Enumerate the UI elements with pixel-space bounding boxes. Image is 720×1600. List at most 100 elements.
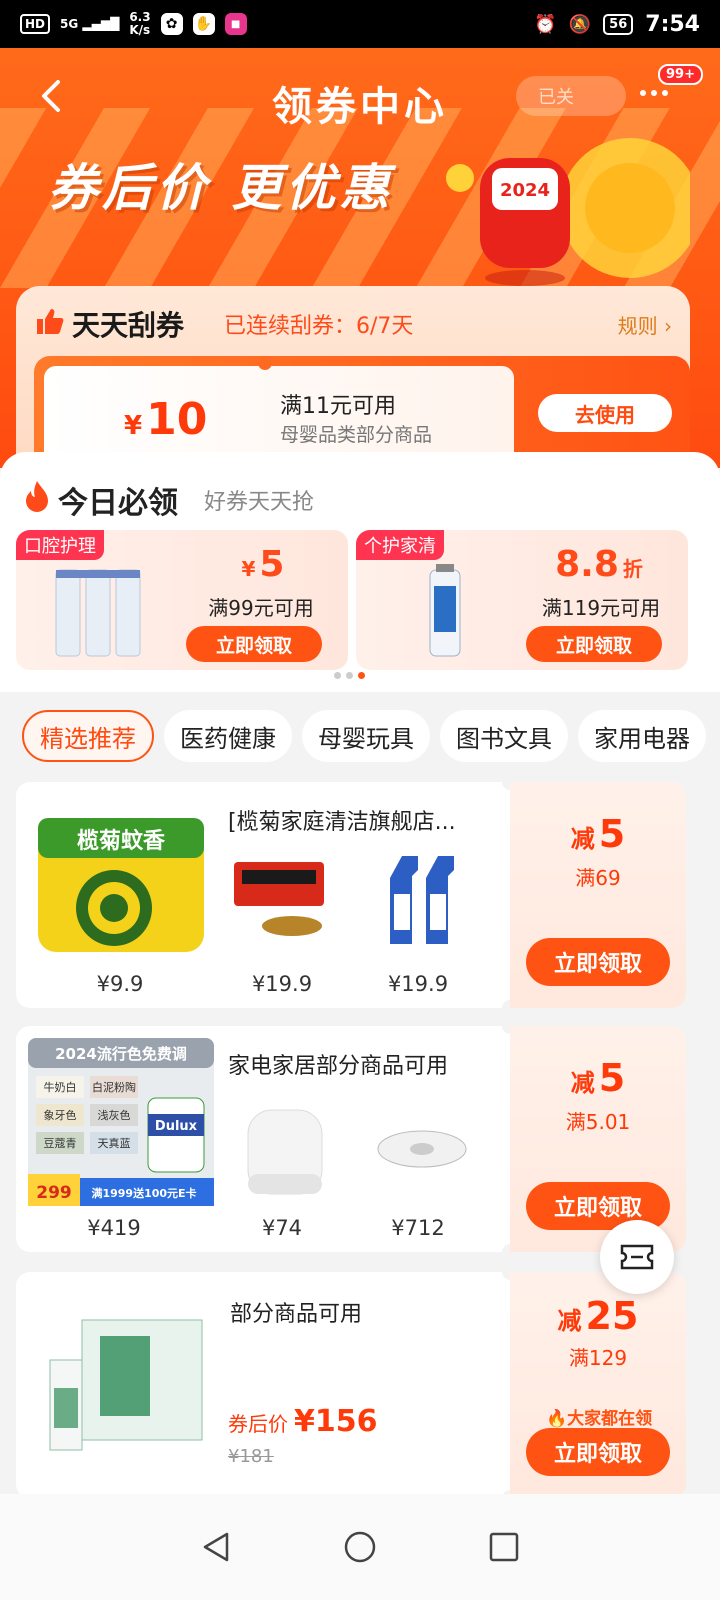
product-coupon-card[interactable]: 部分商品可用 券后价 ¥156 ¥181 减 25 满129 🔥大家都在领 立即领取 [16,1272,686,1498]
hd-icon: HD [20,14,51,34]
tab-books[interactable]: 图书文具 [440,710,568,762]
category-tag: 个护家清 [356,530,444,560]
status-bar: HD 5G ▂▄▆█ 6.3 K/s ✿ ✋ ■ ⏰ 🔕 56 7:54 [0,0,720,48]
product-price: ¥9.9 [96,972,144,996]
tab-featured[interactable]: 精选推荐 [22,710,154,762]
alarm-icon: ⏰ [534,13,557,35]
clock: 7:54 [645,11,700,37]
scratch-coupon-body: ¥10 满11元可用 母婴品类部分商品 [44,366,514,466]
banner-slogan: 券后价 更优惠 [48,159,394,217]
daily-scratch-panel: 天天刮券 已连续刮券：6/7天 规则 › ¥10 满11元可用 母婴品类部分商品… [16,286,690,468]
network-signal-icon: 5G ▂▄▆█ [60,17,120,31]
today-coupon-card[interactable]: 口腔护理 ¥5 满99元可用 立即领取 [16,530,348,670]
coupon-value: ¥5 [241,544,285,585]
coupon-wallet-button[interactable] [600,1220,674,1294]
coupon-side: 减5 满5.01 立即领取 [510,1026,686,1252]
claim-button[interactable]: 立即领取 [526,938,670,986]
shop-coupon-card[interactable]: 2024流行色免费调 牛奶白 白泥粉陶 象牙色 浅灰色 豆蔻青 天真蓝 Dulu… [16,1026,686,1252]
coupon-side: 减5 满69 立即领取 [510,782,686,1008]
scratch-title: 天天刮券 [72,309,185,342]
svg-text:2024流行色免费调: 2024流行色免费调 [55,1045,187,1063]
claim-button[interactable]: 立即领取 [526,1428,670,1476]
qq-icon: ✿ [160,13,183,35]
coupon-scope: 母婴品类部分商品 [280,424,433,446]
min-spend: 满69 [575,866,621,890]
coupon-condition: 满119元可用 [541,596,661,620]
toilet-cleaner-image [390,856,454,944]
nav-home-icon[interactable] [343,1530,377,1564]
carousel-dots [334,672,365,679]
humidifier-image [247,1109,323,1195]
shop-name[interactable]: 家电家居部分商品可用 [228,1048,498,1080]
min-spend: 满5.01 [565,1110,631,1134]
toothpaste-tube-image [429,564,461,657]
battery-icon: 56 [603,13,634,35]
original-price: ¥181 [228,1446,274,1467]
after-coupon-price: 券后价 ¥156 [228,1404,378,1439]
svg-text:Dulux: Dulux [155,1119,198,1134]
shop-coupon-card[interactable]: 榄菊蚊香 [榄菊家庭清洁旗舰店... ¥9.9 ¥19.9 ¥19.9 减5 满… [16,782,686,1008]
my-coupons-button[interactable]: 已关 [516,76,626,116]
app-notification-icon: ■ [224,13,247,35]
svg-text:天真蓝: 天真蓝 [98,1136,131,1150]
ceiling-fan-image [377,1130,467,1168]
popular-label: 🔥大家都在领 [546,1409,653,1429]
svg-text:牛奶白: 牛奶白 [44,1080,77,1094]
svg-text:榄菊蚊香: 榄菊蚊香 [77,828,165,854]
product-price: ¥712 [391,1216,445,1240]
network-speed: 6.3 K/s [129,10,151,37]
coupon-amount: ¥10 [124,394,208,445]
svg-text:象牙色: 象牙色 [44,1108,77,1122]
shop-name[interactable]: 部分商品可用 [230,1296,500,1328]
min-spend: 满129 [568,1346,628,1370]
nav-recents-icon[interactable] [487,1530,521,1564]
coupon-side: 减 25 满129 🔥大家都在领 立即领取 [510,1272,686,1498]
today-section: 今日必领 好券天天抢 口腔护理 ¥5 满99元可用 立即领取 个护家清 8.8 折… [0,452,720,692]
use-coupon-button[interactable]: 去使用 [538,394,672,432]
thumbs-up-icon [37,309,64,334]
milk-box-image [49,1319,203,1451]
system-nav-bar [0,1494,720,1600]
discount-amount: 减5 [570,1056,626,1100]
more-icon[interactable] [640,83,680,103]
coupon-condition: 满99元可用 [208,596,314,620]
discount-amount: 减5 [570,812,626,856]
discount-amount: 减 25 [557,1294,639,1338]
coupon-value: 8.8 折 [555,544,643,585]
claim-button[interactable]: 立即领取 [186,626,322,662]
category-tabs: 精选推荐 医药健康 母婴玩具 图书文具 家用电器 [0,710,720,770]
coupon-condition: 满11元可用 [280,394,396,419]
tab-appliances[interactable]: 家用电器 [578,710,706,762]
notification-badge: 99+ [658,64,703,85]
scratch-streak: 已连续刮券：6/7天 [224,314,414,339]
tab-health[interactable]: 医药健康 [164,710,292,762]
mute-icon: 🔕 [568,13,592,35]
svg-text:白泥粉陶: 白泥粉陶 [92,1080,136,1094]
tab-baby-toys[interactable]: 母婴玩具 [302,710,430,762]
paint-promo-image: 2024流行色免费调 牛奶白 白泥粉陶 象牙色 浅灰色 豆蔻青 天真蓝 Dulu… [28,1038,214,1206]
product-price: ¥19.9 [251,972,313,996]
incense-box-image [234,862,324,936]
today-title: 今日必领 [58,486,178,521]
toothpaste-image [55,569,141,657]
today-subtitle: 好券天天抢 [204,490,315,515]
mascot-year: 2024 [500,180,550,201]
nav-back-icon[interactable] [199,1530,233,1564]
flame-icon [26,481,48,512]
hand-icon: ✋ [192,13,215,35]
product-price: ¥74 [261,1216,303,1240]
svg-text:豆蔻青: 豆蔻青 [44,1137,77,1150]
svg-text:299: 299 [36,1183,72,1203]
shop-name[interactable]: [榄菊家庭清洁旗舰店... [228,804,498,836]
header-banner: 领券中心 已关 99+ 券后价 更优惠 2024 天天刮券 已连续刮券：6/7天… [0,48,720,468]
ticket-icon [620,1244,654,1270]
rules-link[interactable]: 规则 › [618,310,672,339]
svg-text:浅灰色: 浅灰色 [98,1108,131,1122]
mosquito-coil-image: 榄菊蚊香 [38,818,204,952]
svg-text:满1999送100元E卡: 满1999送100元E卡 [91,1186,196,1200]
mascot-illustration: 2024 [446,138,690,286]
product-price: ¥19.9 [387,972,449,996]
today-coupon-card[interactable]: 个护家清 8.8 折 满119元可用 立即领取 [356,530,688,670]
category-tag: 口腔护理 [16,530,104,560]
claim-button[interactable]: 立即领取 [526,626,662,662]
